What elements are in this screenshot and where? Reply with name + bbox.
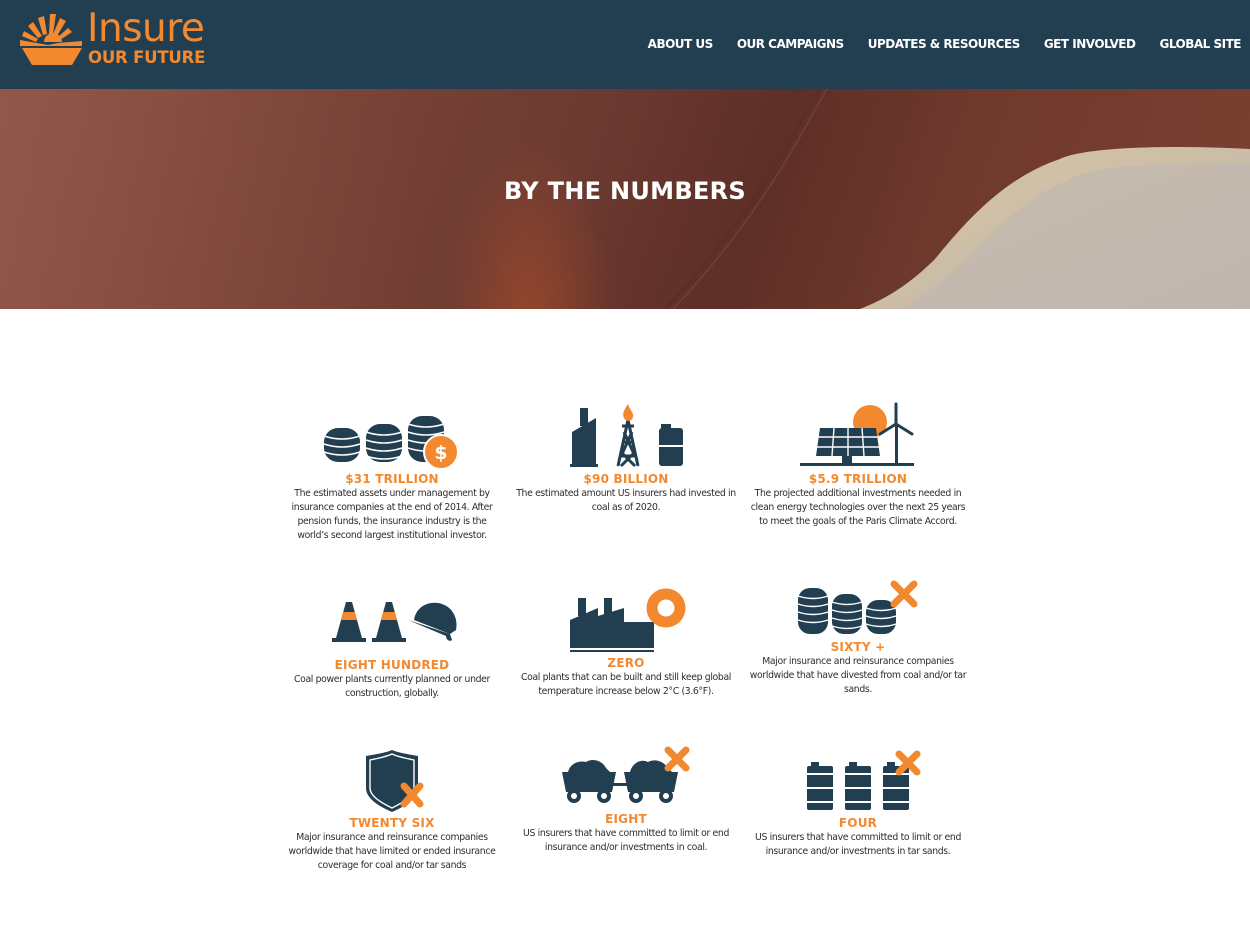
- barrels-x-icon: [805, 750, 921, 810]
- factory-zero-icon: [570, 588, 686, 652]
- stat-description: The estimated amount US insurers had inv…: [516, 488, 736, 513]
- fossil-fuel-icon: [570, 404, 683, 468]
- stat-card: $5.9 TRILLION The projected additional i…: [748, 402, 968, 529]
- stat-card: $ $31 TRILLION The estimated assets unde…: [282, 402, 502, 543]
- coin-stacks-dollar-icon: $: [323, 416, 459, 468]
- solar-wind-icon: [800, 402, 914, 466]
- stat-value: FOUR: [838, 816, 878, 830]
- stat-value: $31 TRILLION: [345, 472, 439, 486]
- logo-wordmark: Insure: [87, 6, 205, 51]
- stat-card: EIGHT US insurers that have committed to…: [516, 746, 736, 855]
- divested-coins-icon: [797, 580, 918, 634]
- stat-value: TWENTY SIX: [349, 816, 435, 830]
- stat-card: SIXTY + Major insurance and reinsurance …: [748, 578, 968, 697]
- stat-description: US insurers that have committed to limit…: [754, 832, 962, 857]
- stat-value: $5.9 TRILLION: [808, 472, 908, 486]
- nav-get-involved[interactable]: GET INVOLVED: [1044, 37, 1136, 51]
- hero-banner: BY THE NUMBERS: [0, 89, 1250, 309]
- main-nav: ABOUT US OUR CAMPAIGNS UPDATES & RESOURC…: [624, 37, 1242, 51]
- stat-description: Major insurance and reinsurance companie…: [749, 656, 967, 695]
- shield-x-icon: [366, 750, 424, 812]
- stat-value: ZERO: [607, 656, 645, 670]
- stat-value: SIXTY +: [830, 640, 886, 654]
- nav-updates-resources[interactable]: UPDATES & RESOURCES: [868, 37, 1021, 51]
- stat-card: FOUR US insurers that have committed to …: [748, 750, 968, 859]
- coal-carts-x-icon: [562, 746, 690, 803]
- svg-text:$: $: [434, 442, 447, 464]
- page-title: BY THE NUMBERS: [503, 177, 747, 205]
- stat-card: ZERO Coal plants that can be built and s…: [516, 586, 736, 699]
- stat-value: EIGHT HUNDRED: [334, 658, 450, 672]
- stat-description: US insurers that have committed to limit…: [522, 828, 730, 853]
- site-header: Insure OUR FUTURE ABOUT US OUR CAMPAIGNS…: [0, 0, 1250, 89]
- nav-our-campaigns[interactable]: OUR CAMPAIGNS: [737, 37, 844, 51]
- stat-value: EIGHT: [605, 812, 647, 826]
- stat-value: $90 BILLION: [583, 472, 669, 486]
- stat-description: The estimated assets under management by…: [291, 488, 493, 541]
- stat-card: TWENTY SIX Major insurance and reinsuran…: [282, 750, 502, 873]
- stat-card: $90 BILLION The estimated amount US insu…: [516, 402, 736, 515]
- stat-card: EIGHT HUNDRED Coal power plants currentl…: [282, 596, 502, 701]
- construction-cones-icon: [332, 602, 457, 642]
- stat-description: Coal power plants currently planned or u…: [293, 674, 491, 699]
- logo-tagline: OUR FUTURE: [88, 48, 206, 67]
- sunrise-basket-logo-icon: [20, 14, 82, 65]
- nav-global-site[interactable]: GLOBAL SITE: [1159, 37, 1241, 51]
- logo-link[interactable]: Insure OUR FUTURE: [20, 6, 210, 68]
- stat-description: Major insurance and reinsurance companie…: [288, 832, 496, 871]
- nav-about-us[interactable]: ABOUT US: [648, 37, 714, 51]
- stat-description: Coal plants that can be built and still …: [520, 672, 732, 697]
- stat-description: The projected additional investments nee…: [750, 488, 966, 527]
